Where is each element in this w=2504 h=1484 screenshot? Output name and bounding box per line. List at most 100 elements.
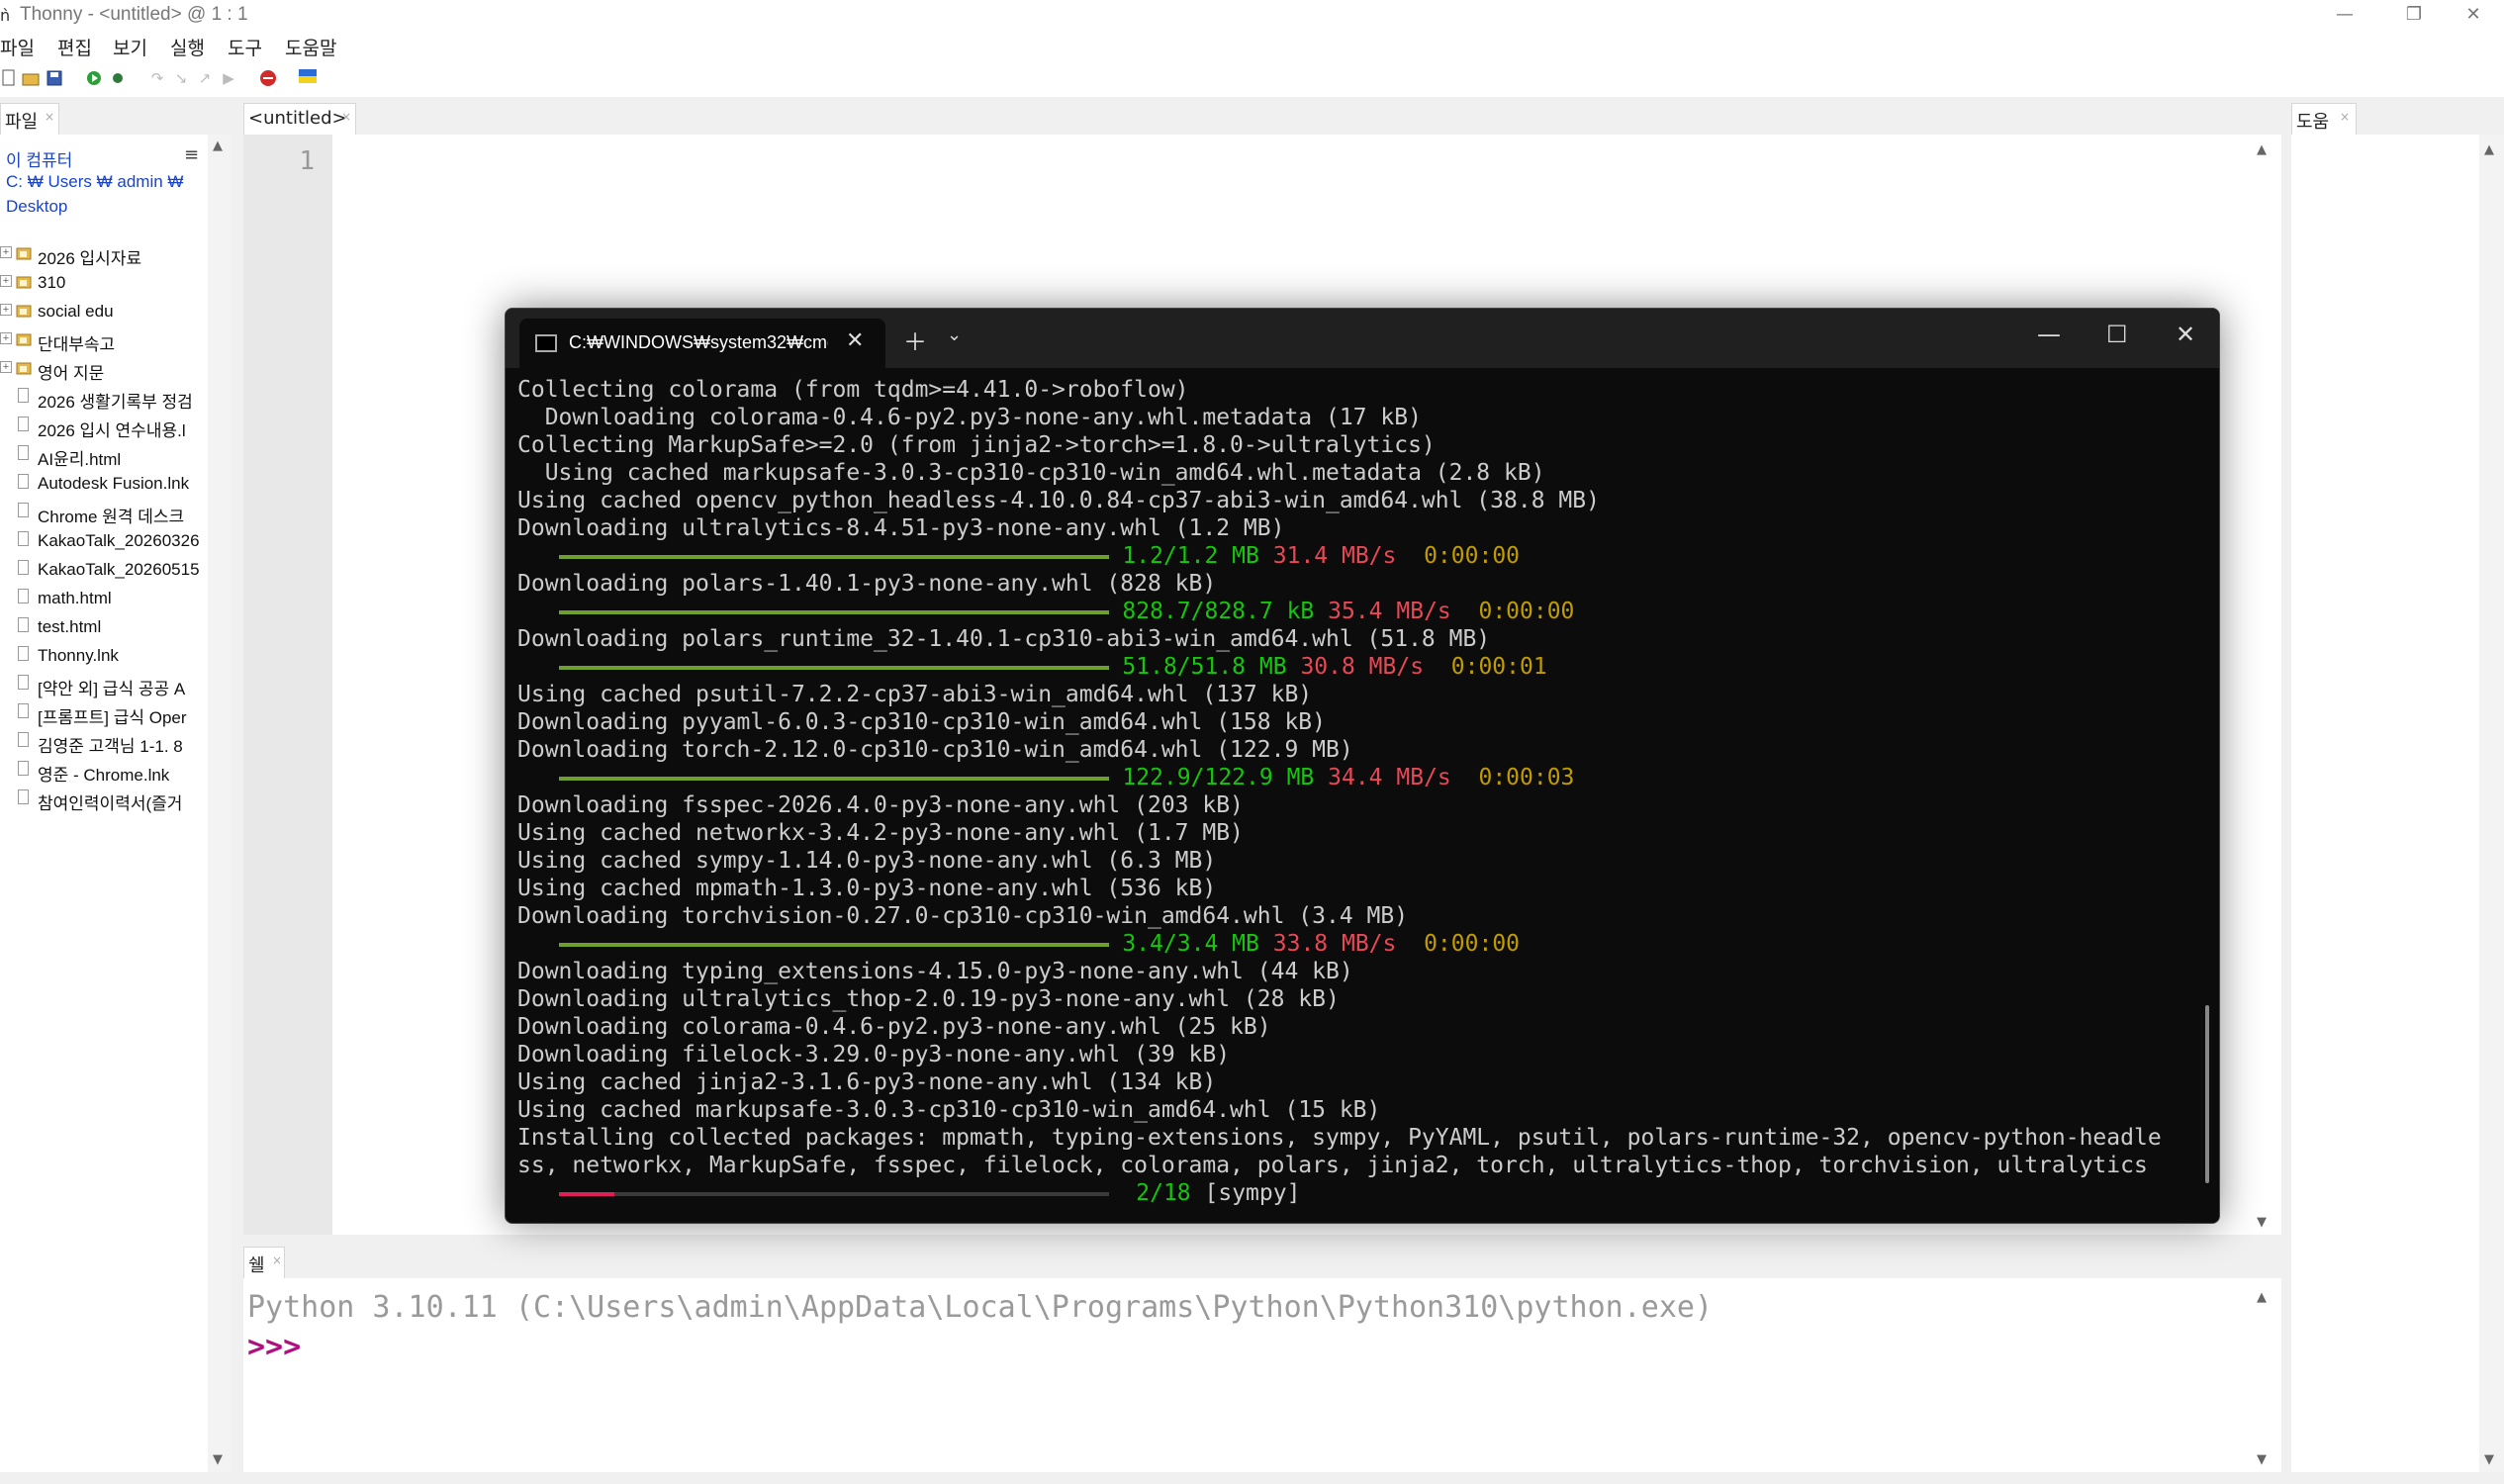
minimize-button[interactable]: — [2315, 0, 2374, 30]
maximize-icon[interactable]: ☐ [2106, 321, 2128, 348]
close-icon[interactable]: ✕ [2176, 321, 2195, 348]
expand-icon[interactable]: + [0, 246, 12, 258]
menu-file[interactable]: 파일 [0, 34, 35, 60]
shell[interactable]: Python 3.10.11 (C:\Users\admin\AppData\L… [243, 1278, 2252, 1472]
scroll-up-icon[interactable]: ▲ [2484, 142, 2494, 157]
file-list-item[interactable]: Chrome 원격 데스크 [0, 500, 208, 527]
file-list-item[interactable]: KakaoTalk_20260515 [0, 557, 208, 585]
expand-icon[interactable]: + [0, 361, 12, 373]
resume-icon[interactable]: ▶ [220, 69, 237, 87]
terminal-window[interactable]: C:₩WINDOWS₩system32₩cmd.exe ✕ ＋ ⌄ — ☐ ✕ … [505, 308, 2220, 1224]
step-over-icon[interactable]: ↷ [148, 69, 166, 87]
folder-icon [16, 303, 32, 318]
file-list-item[interactable]: [약안 외] 급식 공공 A [0, 672, 208, 699]
file-name: test.html [38, 617, 102, 636]
menu-help[interactable]: 도움말 [285, 34, 336, 60]
scroll-down-icon[interactable]: ▼ [213, 1452, 223, 1467]
chevron-down-icon[interactable]: ⌄ [947, 325, 962, 345]
menu-bar: 파일 편집 보기 실행 도구 도움말 [0, 30, 2504, 61]
file-list-item[interactable]: [프롬프트] 급식 Oper [0, 700, 208, 728]
file-list-item[interactable]: math.html [0, 586, 208, 613]
shell-banner: Python 3.10.11 (C:\Users\admin\AppData\L… [247, 1290, 1714, 1325]
close-tab-icon[interactable]: × [45, 110, 54, 124]
menu-tools[interactable]: 도구 [228, 34, 262, 60]
file-name: 영어 지문 [38, 364, 105, 383]
terminal-line: Downloading polars-1.40.1-py3-none-any.w… [517, 571, 1217, 597]
editor-tab[interactable]: <untitled> × [243, 103, 356, 136]
restore-button[interactable]: ❐ [2384, 0, 2444, 30]
step-into-icon[interactable]: ↘ [172, 69, 190, 87]
minimize-icon[interactable]: — [2037, 321, 2061, 348]
expand-icon[interactable]: + [0, 275, 12, 287]
terminal-line: Downloading colorama-0.4.6-py2.py3-none-… [517, 1014, 1271, 1040]
file-icon [18, 675, 29, 690]
file-list-item[interactable]: Thonny.lnk [0, 643, 208, 671]
file-list-item[interactable]: Autodesk Fusion.lnk [0, 471, 208, 499]
terminal-line: Collecting colorama (from tqdm>=4.41.0->… [517, 377, 1189, 403]
open-folder-icon[interactable] [22, 69, 40, 87]
file-icon [18, 732, 29, 747]
folder-icon [16, 331, 32, 346]
menu-run[interactable]: 실행 [170, 34, 205, 60]
shell-tab[interactable]: 쉘 × [243, 1247, 285, 1279]
file-list-item[interactable]: 영준 - Chrome.lnk [0, 758, 208, 786]
stop-icon[interactable] [259, 69, 277, 87]
help-tab[interactable]: 도움 × [2291, 103, 2357, 136]
file-list-item[interactable]: +310 [0, 270, 208, 298]
scroll-down-icon[interactable]: ▼ [2257, 1215, 2267, 1230]
step-out-icon[interactable]: ↗ [196, 69, 214, 87]
new-tab-icon[interactable]: ＋ [903, 323, 927, 357]
terminal-line: Installing collected packages: mpmath, t… [517, 1125, 2162, 1151]
expand-icon[interactable]: + [0, 332, 12, 344]
scroll-up-icon[interactable]: ▲ [2257, 1290, 2267, 1305]
crumb-desktop[interactable]: Desktop [6, 197, 67, 217]
file-name: 영준 - Chrome.lnk [38, 766, 170, 785]
download-eta: 0:00:00 [1424, 543, 1521, 569]
scroll-down-icon[interactable]: ▼ [2257, 1452, 2267, 1467]
shell-scrollbar[interactable]: ▲ ▼ [2252, 1278, 2281, 1472]
crumb-this-pc[interactable]: 이 컴퓨터 [6, 146, 72, 171]
menu-edit[interactable]: 편집 [57, 34, 92, 60]
menu-view[interactable]: 보기 [113, 34, 147, 60]
scroll-up-icon[interactable]: ▲ [213, 139, 223, 153]
close-button[interactable]: ✕ [2444, 0, 2503, 30]
editor-scrollbar[interactable]: ▲ ▼ [2252, 135, 2281, 1235]
file-list-item[interactable]: test.html [0, 614, 208, 642]
ukraine-flag-icon[interactable] [299, 69, 317, 87]
file-list-item[interactable]: 2026 입시 연수내용.l [0, 414, 208, 441]
debug-icon[interactable] [109, 69, 127, 87]
file-list-item[interactable]: + 영어 지문 [0, 356, 208, 384]
scroll-up-icon[interactable]: ▲ [2257, 142, 2267, 157]
file-list-item[interactable]: 김영준 고객님 1-1. 8 [0, 729, 208, 757]
scroll-down-icon[interactable]: ▼ [2484, 1452, 2494, 1467]
close-tab-icon[interactable]: × [341, 110, 351, 124]
file-list-item[interactable]: 2026 생활기록부 정검 [0, 385, 208, 413]
new-file-icon[interactable] [0, 69, 18, 87]
help-scrollbar[interactable]: ▲ ▼ [2479, 135, 2504, 1472]
crumb-path[interactable]: C: ₩ Users ₩ admin ₩ [6, 172, 183, 192]
terminal-tab[interactable]: C:₩WINDOWS₩system32₩cmd.exe ✕ [519, 319, 885, 368]
expand-icon[interactable]: + [0, 304, 12, 316]
close-tab-icon[interactable]: × [2340, 110, 2350, 124]
close-tab-icon[interactable]: ✕ [846, 328, 864, 353]
file-list-item[interactable]: 참여인력이력서(즐거 [0, 787, 208, 814]
terminal-scrollbar-thumb[interactable] [2205, 1005, 2209, 1183]
shell-prompt[interactable]: >>> [247, 1330, 301, 1364]
file-list-item[interactable]: KakaoTalk_20260326 [0, 528, 208, 556]
file-list-item[interactable]: +2026 입시자료 [0, 241, 208, 269]
close-tab-icon[interactable]: × [272, 1253, 282, 1267]
files-tab[interactable]: 파일 × [0, 103, 59, 136]
file-list-item[interactable]: AI윤리.html [0, 442, 208, 470]
file-icon [18, 789, 29, 804]
file-name: AI윤리.html [38, 450, 122, 469]
file-name: math.html [38, 589, 112, 607]
save-icon[interactable] [46, 69, 63, 87]
download-eta: 0:00:01 [1450, 654, 1547, 680]
files-menu-icon[interactable]: ≡ [184, 144, 199, 165]
files-scrollbar[interactable]: ▲ ▼ [208, 135, 232, 1472]
terminal-line: Using cached markupsafe-3.0.3-cp310-cp31… [517, 460, 1545, 486]
file-list-item[interactable]: + 단대부속고 [0, 327, 208, 355]
file-list-item[interactable]: + social edu [0, 299, 208, 326]
run-icon[interactable] [85, 69, 103, 87]
terminal-line: Downloading fsspec-2026.4.0-py3-none-any… [517, 792, 1244, 818]
